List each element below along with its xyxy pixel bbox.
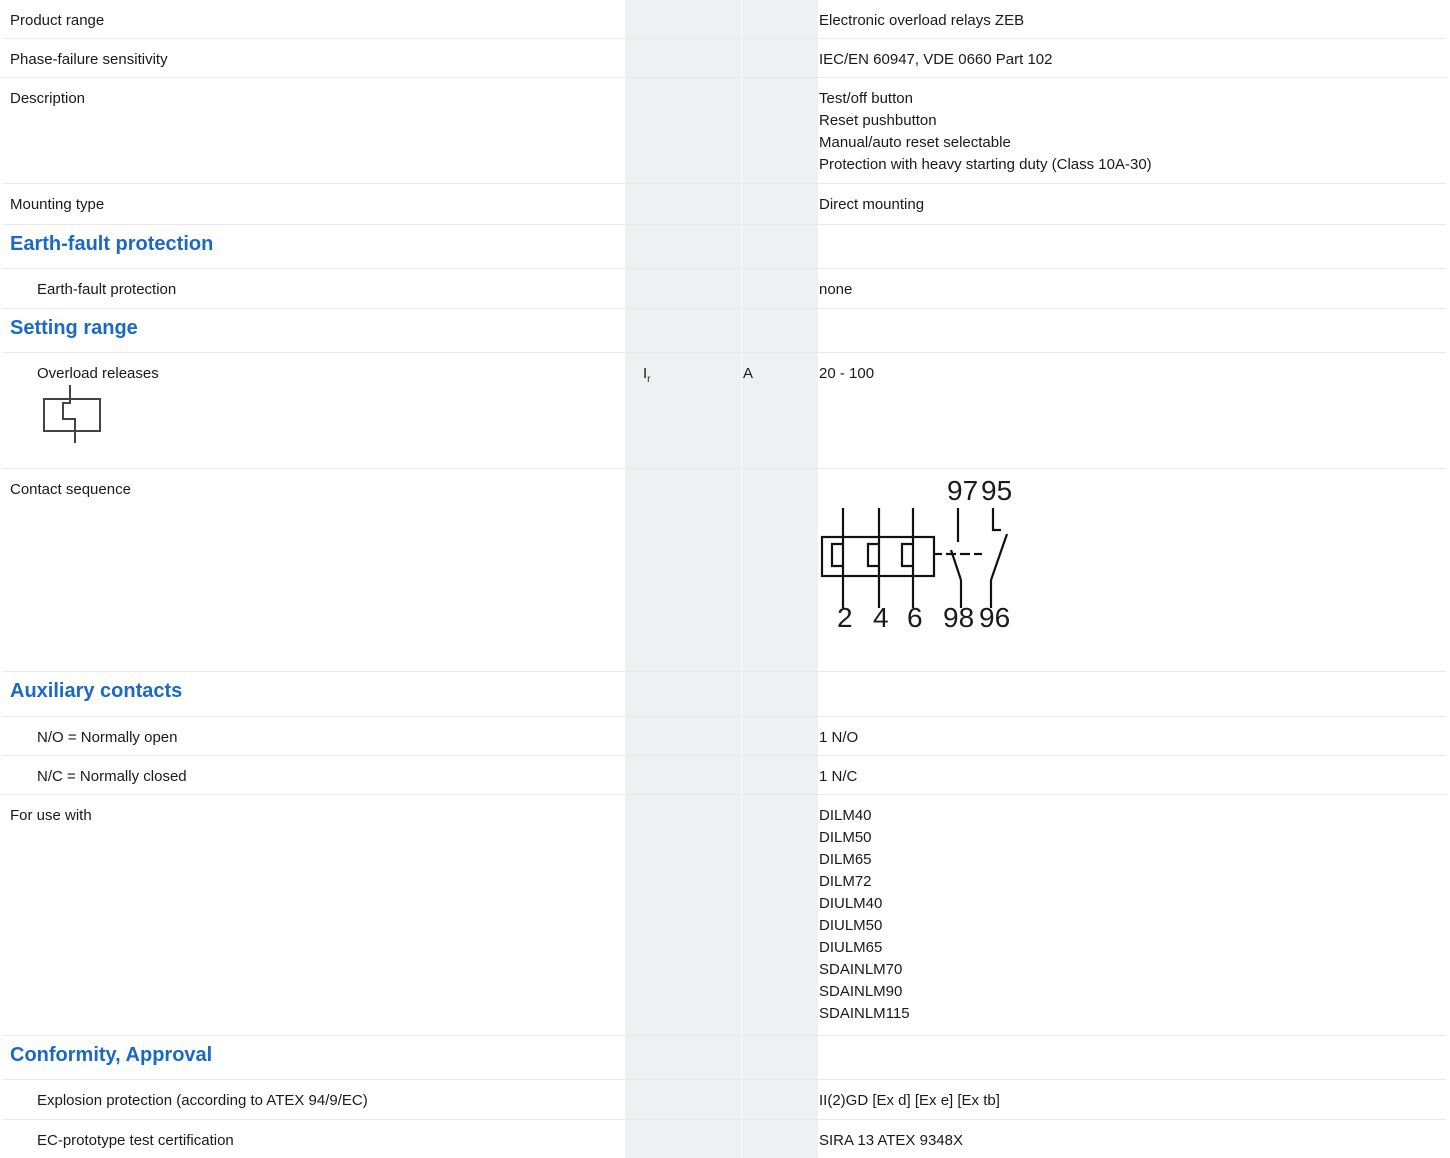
- compatible-device: SDAINLM90: [819, 983, 903, 1000]
- compatible-device: SDAINLM70: [819, 961, 903, 978]
- section-heading-earth-fault: Earth-fault protection: [10, 233, 214, 255]
- row-description: Description Test/off button Reset pushbu…: [3, 78, 1446, 184]
- section-heading-auxiliary-contacts: Auxiliary contacts: [10, 680, 183, 702]
- compatible-device: DILM65: [819, 851, 872, 868]
- row-phase-failure: Phase-failure sensitivity IEC/EN 60947, …: [3, 39, 1446, 78]
- compatible-device: DILM50: [819, 829, 872, 846]
- label-description: Description: [10, 90, 86, 107]
- value-for-use-with: DILM40 DILM50 DILM65 DILM72 DIULM40 DIUL…: [819, 805, 910, 1025]
- compatible-device: SDAINLM115: [819, 1005, 910, 1022]
- label-contact-sequence: Contact sequence: [10, 481, 131, 498]
- value-phase-failure: IEC/EN 60947, VDE 0660 Part 102: [819, 51, 1053, 68]
- description-line: Test/off button: [819, 90, 913, 107]
- value-overload-releases: 20 - 100: [819, 365, 875, 382]
- compatible-device: DILM72: [819, 873, 872, 890]
- row-product-range: Product range Electronic overload relays…: [3, 0, 1446, 39]
- row-overload-releases: Overload releases Ir A 20 - 100: [3, 353, 1446, 469]
- compatible-device: DIULM65: [819, 939, 883, 956]
- compatible-device: DIULM40: [819, 895, 883, 912]
- row-explosion-protection: Explosion protection (according to ATEX …: [3, 1080, 1446, 1120]
- label-phase-failure: Phase-failure sensitivity: [10, 51, 168, 68]
- value-earth-fault: none: [819, 281, 853, 298]
- label-overload-releases: Overload releases: [37, 365, 159, 382]
- row-contact-sequence: Contact sequence: [3, 469, 1446, 672]
- row-for-use-with: For use with DILM40 DILM50 DILM65 DILM72…: [3, 795, 1446, 1036]
- symbol-ir: Ir: [643, 365, 651, 385]
- row-ec-certification: EC-prototype test certification SIRA 13 …: [3, 1120, 1446, 1158]
- value-explosion-protection: II(2)GD [Ex d] [Ex e] [Ex tb]: [819, 1092, 1000, 1109]
- label-explosion-protection: Explosion protection (according to ATEX …: [37, 1092, 368, 1109]
- value-normally-open: 1 N/O: [819, 729, 859, 746]
- contact-label-96: 96: [979, 602, 1011, 633]
- section-heading-setting-range: Setting range: [10, 317, 138, 339]
- section-heading-conformity: Conformity, Approval: [10, 1044, 213, 1066]
- spec-table: Product range Electronic overload relays…: [3, 0, 1446, 1158]
- description-line: Reset pushbutton: [819, 112, 937, 129]
- contact-label-95: 95: [981, 475, 1013, 506]
- label-normally-open: N/O = Normally open: [37, 729, 178, 746]
- label-ec-certification: EC-prototype test certification: [37, 1132, 234, 1149]
- row-normally-closed: N/C = Normally closed 1 N/C: [3, 756, 1446, 795]
- value-description: Test/off button Reset pushbutton Manual/…: [819, 88, 1152, 176]
- label-mounting-type: Mounting type: [10, 196, 105, 213]
- contact-label-98: 98: [943, 602, 975, 633]
- label-earth-fault: Earth-fault protection: [37, 281, 177, 298]
- row-earth-fault: Earth-fault protection none: [3, 269, 1446, 309]
- section-setting-range: Setting range: [3, 309, 1446, 353]
- section-conformity: Conformity, Approval: [3, 1036, 1446, 1080]
- description-line: Protection with heavy starting duty (Cla…: [819, 156, 1152, 173]
- overload-relay-symbol-icon: [43, 385, 101, 443]
- value-product-range: Electronic overload relays ZEB: [819, 12, 1025, 29]
- contact-label-97: 97: [947, 475, 979, 506]
- value-mounting-type: Direct mounting: [819, 196, 925, 213]
- contact-label-4: 4: [873, 602, 889, 633]
- row-mounting-type: Mounting type Direct mounting: [3, 184, 1446, 225]
- section-auxiliary-contacts: Auxiliary contacts: [3, 672, 1446, 717]
- label-product-range: Product range: [10, 12, 105, 29]
- value-normally-closed: 1 N/C: [819, 768, 858, 785]
- section-earth-fault: Earth-fault protection: [3, 225, 1446, 269]
- label-for-use-with: For use with: [10, 807, 92, 824]
- contact-label-2: 2: [837, 602, 853, 633]
- description-line: Manual/auto reset selectable: [819, 134, 1011, 151]
- compatible-device: DILM40: [819, 807, 872, 824]
- label-normally-closed: N/C = Normally closed: [37, 768, 187, 785]
- contact-label-6: 6: [907, 602, 923, 633]
- compatible-device: DIULM50: [819, 917, 883, 934]
- unit-ampere: A: [743, 365, 754, 382]
- row-normally-open: N/O = Normally open 1 N/O: [3, 717, 1446, 756]
